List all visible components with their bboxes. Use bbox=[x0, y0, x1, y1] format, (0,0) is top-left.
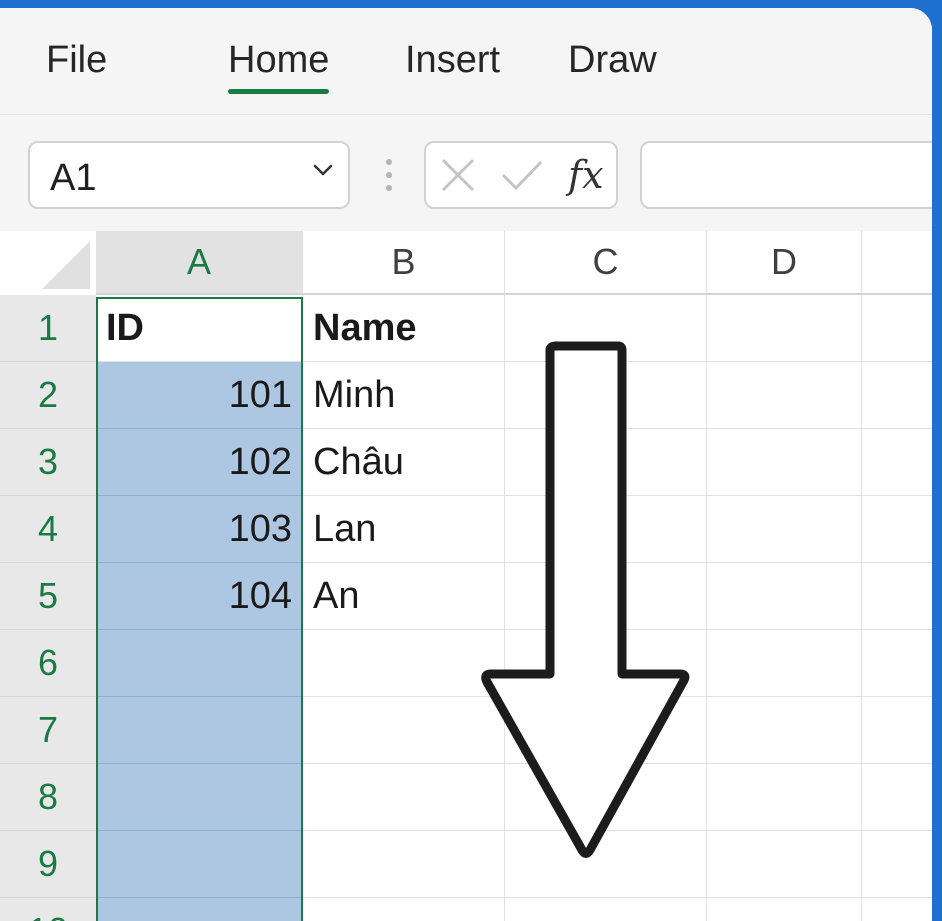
row-header-3[interactable]: 3 bbox=[0, 429, 96, 496]
cell-e7[interactable] bbox=[862, 697, 932, 764]
cell-d7[interactable] bbox=[707, 697, 862, 764]
drag-handle-icon[interactable] bbox=[385, 159, 393, 199]
cell-b6[interactable] bbox=[303, 630, 505, 697]
cell-e2[interactable] bbox=[862, 362, 932, 429]
cell-e10[interactable] bbox=[862, 898, 932, 921]
cell-e4[interactable] bbox=[862, 496, 932, 563]
row-header-4[interactable]: 4 bbox=[0, 496, 96, 563]
cell-b7[interactable] bbox=[303, 697, 505, 764]
cell-e3[interactable] bbox=[862, 429, 932, 496]
cell-a6[interactable] bbox=[96, 630, 303, 697]
cell-e9[interactable] bbox=[862, 831, 932, 898]
cell-d5[interactable] bbox=[707, 563, 862, 630]
name-box-value: A1 bbox=[50, 157, 97, 199]
chevron-down-icon[interactable] bbox=[312, 159, 334, 181]
cell-a4[interactable]: 103 bbox=[96, 496, 303, 563]
column-header-d[interactable]: D bbox=[707, 231, 862, 293]
column-header-e[interactable] bbox=[862, 231, 932, 293]
row-header-1[interactable]: 1 bbox=[0, 295, 96, 362]
formula-input[interactable] bbox=[640, 141, 932, 209]
cell-c10[interactable] bbox=[505, 898, 707, 921]
ribbon-tabs: File Home Insert Draw bbox=[0, 8, 932, 115]
formula-bar: A1 fx bbox=[0, 115, 932, 231]
cell-a10[interactable] bbox=[96, 898, 303, 921]
cell-b3[interactable]: Châu bbox=[303, 429, 505, 496]
cell-e8[interactable] bbox=[862, 764, 932, 831]
cell-b10[interactable] bbox=[303, 898, 505, 921]
column-header-a[interactable]: A bbox=[96, 231, 303, 293]
cell-d8[interactable] bbox=[707, 764, 862, 831]
column-header-b[interactable]: B bbox=[303, 231, 505, 293]
checkmark-icon[interactable] bbox=[500, 157, 544, 193]
cell-e6[interactable] bbox=[862, 630, 932, 697]
cell-b4[interactable]: Lan bbox=[303, 496, 505, 563]
cell-a8[interactable] bbox=[96, 764, 303, 831]
insert-function-button[interactable]: fx bbox=[568, 153, 604, 197]
cell-d4[interactable] bbox=[707, 496, 862, 563]
row-header-6[interactable]: 6 bbox=[0, 630, 96, 697]
cell-d1[interactable] bbox=[707, 295, 862, 362]
tab-insert[interactable]: Insert bbox=[405, 40, 500, 80]
tab-file[interactable]: File bbox=[46, 40, 107, 80]
cell-a3[interactable]: 102 bbox=[96, 429, 303, 496]
cell-b8[interactable] bbox=[303, 764, 505, 831]
cell-d6[interactable] bbox=[707, 630, 862, 697]
spreadsheet-grid: A B C D 1 2 3 4 5 6 7 8 9 10 ID 101 102 … bbox=[0, 231, 932, 921]
cell-b9[interactable] bbox=[303, 831, 505, 898]
row-header-9[interactable]: 9 bbox=[0, 831, 96, 898]
cell-a5[interactable]: 104 bbox=[96, 563, 303, 630]
cell-b1[interactable]: Name bbox=[303, 295, 505, 362]
row-header-10[interactable]: 10 bbox=[0, 898, 96, 921]
down-arrow-icon bbox=[481, 341, 690, 858]
cell-e1[interactable] bbox=[862, 295, 932, 362]
cell-a1[interactable]: ID bbox=[96, 295, 303, 362]
row-header-8[interactable]: 8 bbox=[0, 764, 96, 831]
column-header-c[interactable]: C bbox=[505, 231, 707, 293]
cell-a2[interactable]: 101 bbox=[96, 362, 303, 429]
name-box[interactable]: A1 bbox=[28, 141, 350, 209]
cell-d9[interactable] bbox=[707, 831, 862, 898]
cell-b2[interactable]: Minh bbox=[303, 362, 505, 429]
row-header-2[interactable]: 2 bbox=[0, 362, 96, 429]
cell-a9[interactable] bbox=[96, 831, 303, 898]
tab-draw[interactable]: Draw bbox=[568, 40, 657, 80]
formula-buttons: fx bbox=[424, 141, 618, 209]
cancel-icon[interactable] bbox=[440, 157, 476, 193]
excel-window: File Home Insert Draw A1 fx A B C D 1 2 … bbox=[0, 8, 932, 921]
cell-a7[interactable] bbox=[96, 697, 303, 764]
select-all-triangle-icon bbox=[42, 241, 90, 289]
cell-e5[interactable] bbox=[862, 563, 932, 630]
cell-d10[interactable] bbox=[707, 898, 862, 921]
cell-d2[interactable] bbox=[707, 362, 862, 429]
cell-b5[interactable]: An bbox=[303, 563, 505, 630]
row-header-7[interactable]: 7 bbox=[0, 697, 96, 764]
tab-home[interactable]: Home bbox=[228, 40, 330, 94]
select-all-corner[interactable] bbox=[0, 231, 96, 295]
cell-d3[interactable] bbox=[707, 429, 862, 496]
row-header-5[interactable]: 5 bbox=[0, 563, 96, 630]
